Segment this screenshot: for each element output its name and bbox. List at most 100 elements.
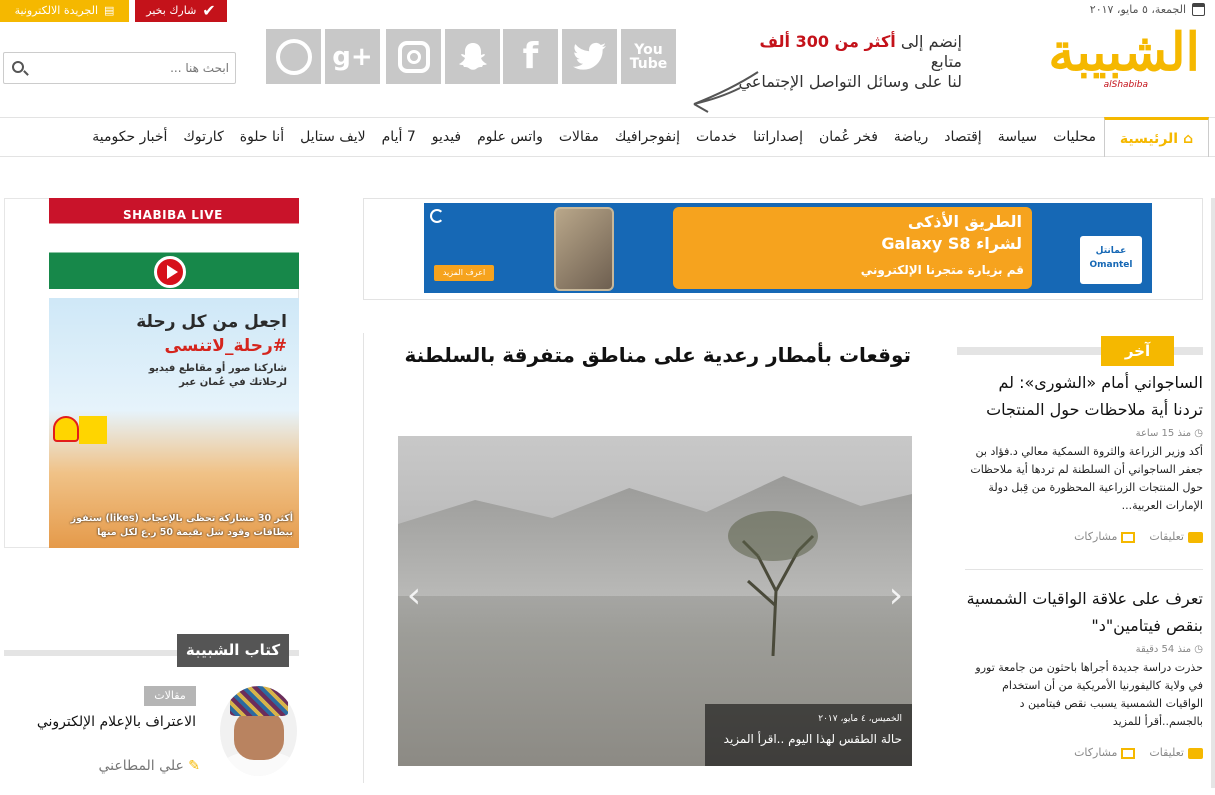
twitter-icon[interactable] — [562, 29, 617, 84]
nav-item-local[interactable]: محليات — [1045, 129, 1104, 145]
brand-en: Omantel — [1089, 260, 1133, 270]
writers-section: كتاب الشبيبة مقالات الاعتراف بالإعلام ال… — [4, 634, 299, 794]
shares-link[interactable]: مشاركات — [1074, 746, 1136, 759]
shell-ad-headline: اجعل من كل رحلة — [136, 312, 287, 332]
google-plus-icon[interactable]: g+ — [325, 29, 380, 84]
search-input[interactable] — [34, 53, 229, 83]
search-icon[interactable] — [12, 61, 24, 73]
nav-item-gov-news[interactable]: أخبار حكومية — [84, 129, 175, 145]
snapchat-icon[interactable] — [445, 29, 500, 84]
comments-link[interactable]: تعليقات — [1149, 530, 1203, 543]
share-good-button[interactable]: ✔ شارك بخير — [135, 0, 227, 22]
youtube-icon[interactable]: You Tube — [621, 29, 676, 84]
tree-image — [728, 511, 818, 656]
nav-item-sports[interactable]: رياضة — [886, 129, 936, 145]
main-nav: ⌂ الرئيسية محليات سياسة إقتصاد رياضة فخر … — [0, 117, 1215, 157]
news-item[interactable]: الساجواني أمام «الشورى»: لم تردنا أية مل… — [965, 369, 1203, 543]
pencil-icon: ✎ — [188, 758, 200, 774]
site-logo[interactable]: الشبيبة alShabiba — [1000, 22, 1203, 110]
slide-caption[interactable]: الخميس، ٤ مايو، ٢٠١٧ حالة الطقس لهذا الي… — [705, 704, 912, 766]
shell-logo-icon — [53, 416, 79, 442]
caption-date: الخميس، ٤ مايو، ٢٠١٧ — [818, 714, 902, 724]
nav-item-services[interactable]: خدمات — [688, 129, 745, 145]
slider-next-icon[interactable]: › — [884, 576, 908, 616]
news-footer: تعليقات مشاركات — [965, 530, 1203, 543]
news-title[interactable]: الساجواني أمام «الشورى»: لم تردنا أية مل… — [965, 369, 1203, 423]
omantel-logo: عمانتل Omantel — [1080, 236, 1142, 284]
ad-more-button[interactable]: اعرف المزيد — [434, 265, 494, 281]
promo-line2: لنا على وسائل التواصل الإجتماعي — [738, 72, 962, 91]
nav-item-oman-pride[interactable]: فخر عُمان — [811, 129, 886, 145]
share-icon — [1121, 531, 1136, 543]
news-time-text: منذ 15 ساعة — [1135, 428, 1192, 439]
nav-item-cartoon[interactable]: كارتوك — [175, 129, 231, 145]
speech-tail-icon — [693, 71, 759, 113]
omantel-advertisement[interactable]: الطريق الأذكى لشراء Galaxy S8 قم بزيارة م… — [424, 203, 1152, 293]
news-footer: تعليقات مشاركات — [965, 746, 1203, 759]
epaper-label: الجريدة الالكترونية — [14, 4, 99, 17]
slider-prev-icon[interactable]: ‹ — [402, 576, 426, 616]
news-time: ◷ منذ 15 ساعة — [965, 428, 1203, 439]
shell-ad-foot1: أكثر 30 مشاركة تحظى بالإعجاب (likes) ستف… — [70, 513, 293, 524]
nav-home-label: الرئيسية — [1119, 130, 1179, 147]
latest-title: آخر الأخبار — [1101, 336, 1174, 390]
news-summary: أكد وزير الزراعة والثروة السمكية معالي د… — [970, 445, 1203, 512]
nav-home[interactable]: ⌂ الرئيسية — [1104, 117, 1209, 157]
chat-icon[interactable] — [266, 29, 321, 84]
article-title[interactable]: الاعتراف بالإعلام الإلكتروني — [14, 714, 196, 730]
logo-arabic: الشبيبة — [1048, 22, 1203, 83]
current-date: الجمعة، ٥ مايو، ٢٠١٧ — [1090, 3, 1205, 16]
comment-icon — [1188, 747, 1203, 759]
shell-ad-text: شاركنا صور أو مقاطع فيديو لرحلاتك في عُم… — [148, 363, 287, 388]
nav-item-infographic[interactable]: إنفوجرافيك — [607, 129, 688, 145]
main-story: توقعات بأمطار رعدية على مناطق متفرقة بال… — [363, 333, 938, 783]
clock-icon: ◷ — [1194, 428, 1203, 439]
shell-advertisement[interactable]: اجعل من كل رحلة #رحلة_لاتنسى شاركنا صور … — [49, 298, 299, 548]
comments-label: تعليقات — [1149, 746, 1184, 759]
nav-item-7days[interactable]: 7 أيام — [374, 129, 424, 145]
story-slider[interactable]: ‹ › الخميس، ٤ مايو، ٢٠١٧ حالة الطقس لهذا… — [398, 436, 912, 766]
epaper-button[interactable]: ▤ الجريدة الالكترونية — [0, 0, 129, 22]
nav-item-publications[interactable]: إصداراتنا — [745, 129, 811, 145]
avatar[interactable] — [220, 686, 297, 776]
shares-label: مشاركات — [1074, 746, 1118, 759]
comments-label: تعليقات — [1149, 530, 1184, 543]
news-time-text: منذ 54 دقيقة — [1135, 644, 1192, 655]
check-icon: ✔ — [202, 1, 216, 20]
nav-item-ana-helwa[interactable]: أنا حلوة — [232, 129, 292, 145]
top-bar: ▤ الجريدة الالكترونية ✔ شارك بخير الجمعة، … — [0, 0, 1215, 22]
category-tag[interactable]: مقالات — [144, 686, 196, 706]
nav-item-video[interactable]: فيديو — [424, 129, 469, 145]
play-icon[interactable] — [154, 256, 186, 288]
facebook-icon[interactable]: f — [503, 29, 558, 84]
promo-count: أكثر من 300 ألف — [759, 32, 896, 51]
author-name[interactable]: ✎ علي المطاعني — [90, 758, 200, 774]
caption-link[interactable]: حالة الطقس لهذا اليوم ..اقرأ المزيد — [715, 732, 902, 746]
nav-item-politics[interactable]: سياسة — [990, 129, 1045, 145]
newspaper-icon: ▤ — [104, 4, 115, 17]
right-divider — [1211, 198, 1215, 788]
date-text: الجمعة، ٥ مايو، ٢٠١٧ — [1089, 3, 1186, 16]
nav-item-economy[interactable]: إقتصاد — [936, 129, 989, 145]
nav-item-science[interactable]: واتس علوم — [469, 129, 551, 145]
ad-line2: لشراء Galaxy S8 — [881, 234, 1022, 253]
shabiba-live-banner[interactable]: SHABIBA LIVE — [49, 198, 299, 289]
news-title[interactable]: تعرف على علاقة الواقيات الشمسية بنقص فيت… — [965, 585, 1203, 639]
shares-link[interactable]: مشاركات — [1074, 530, 1136, 543]
shell-logo-bg — [79, 416, 107, 444]
logo-english: alShabiba — [1103, 80, 1148, 90]
news-item[interactable]: تعرف على علاقة الواقيات الشمسية بنقص فيت… — [965, 585, 1203, 759]
nav-item-articles[interactable]: مقالات — [551, 129, 607, 145]
calendar-icon — [1192, 3, 1205, 16]
ad-subtext: قم بزيارة متجرنا الإلكتروني — [860, 263, 1024, 277]
story-headline[interactable]: توقعات بأمطار رعدية على مناطق متفرقة بال… — [404, 343, 911, 367]
news-summary: حذرت دراسة جديدة أجراها باحثون من جامعة … — [975, 661, 1203, 728]
comments-link[interactable]: تعليقات — [1149, 746, 1203, 759]
shell-ad-footer: أكثر 30 مشاركة تحظى بالإعجاب (likes) ستف… — [53, 512, 293, 540]
shell-ad-foot2: ببطاقات وقود شل بقيمة 50 ر.ع لكل منها — [97, 527, 293, 538]
search-box[interactable] — [3, 52, 236, 84]
clock-icon: ◷ — [1194, 644, 1203, 655]
nav-item-lifestyle[interactable]: لايف ستايل — [292, 129, 374, 145]
instagram-icon[interactable] — [386, 29, 441, 84]
promo-join: إنضم إلى — [900, 32, 962, 51]
